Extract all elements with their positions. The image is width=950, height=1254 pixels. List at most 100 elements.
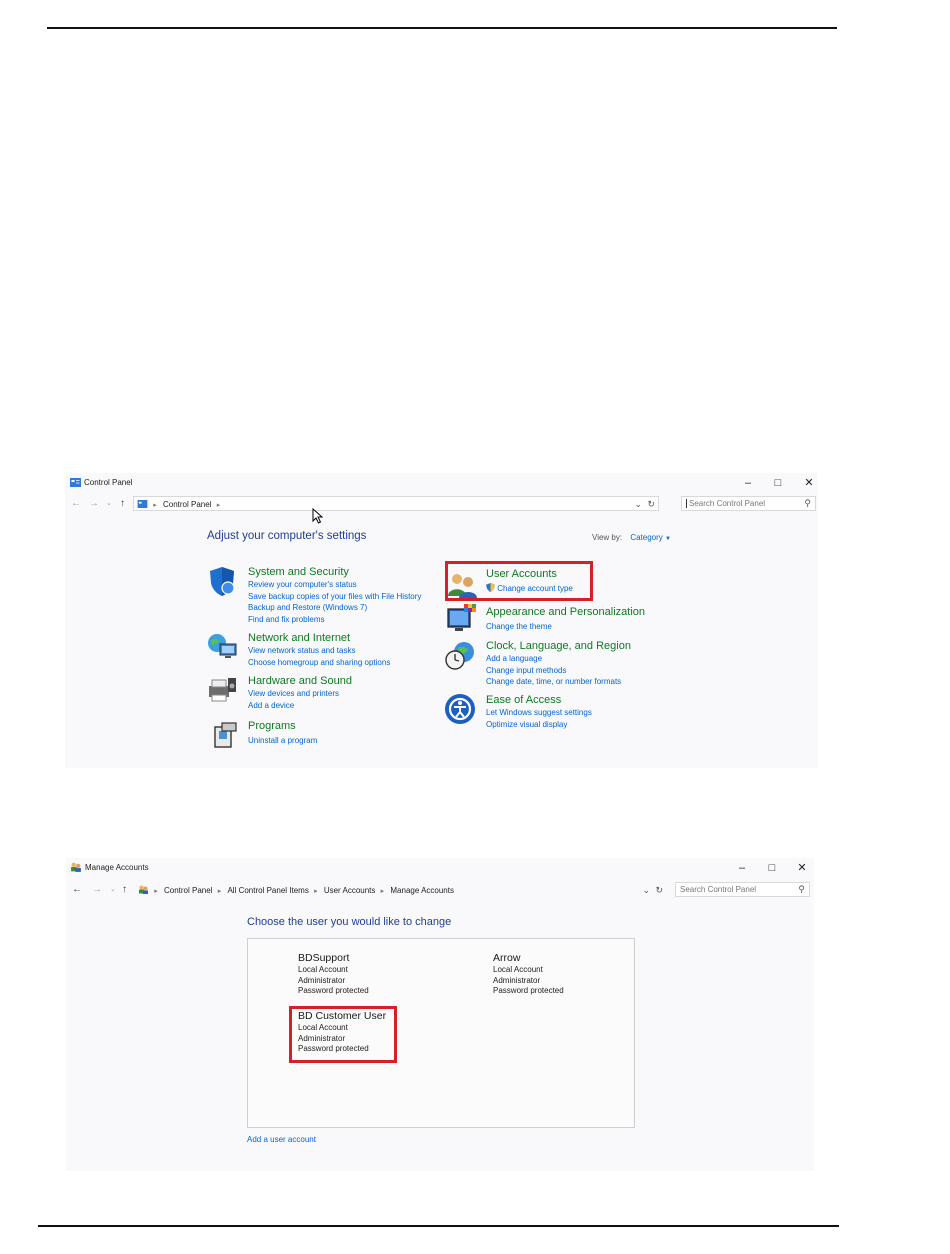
account-type: Local Account	[298, 965, 348, 974]
category-title[interactable]: Programs	[248, 719, 317, 733]
window-title: Manage Accounts	[85, 863, 149, 872]
category-appearance-and-personalization: Appearance and Personalization Change th…	[447, 604, 645, 633]
bottom-rule	[38, 1225, 839, 1227]
back-arrow-icon[interactable]: ←	[71, 497, 81, 511]
search-placeholder: Search Control Panel	[680, 885, 757, 894]
window-title: Control Panel	[84, 478, 133, 487]
ease-of-access-icon	[445, 694, 475, 724]
breadcrumb-manage-accounts[interactable]: Manage Accounts	[390, 883, 454, 898]
search-icon[interactable]: ⚲	[798, 883, 805, 896]
clock-globe-icon	[445, 642, 474, 670]
category-system-and-security: System and Security Review your computer…	[210, 565, 421, 626]
title-bar: Control Panel – □ ✕	[65, 473, 818, 495]
highlight-box	[289, 1006, 397, 1063]
category-ease-of-access: Ease of Access Let Windows suggest setti…	[445, 693, 592, 731]
minimize-button[interactable]: –	[727, 860, 757, 876]
category-title[interactable]: Clock, Language, and Region	[486, 639, 631, 653]
minimize-button[interactable]: –	[733, 475, 763, 491]
category-link[interactable]: Add a device	[248, 700, 352, 712]
recent-dropdown-icon[interactable]: ⌄	[110, 883, 116, 897]
top-rule	[47, 27, 837, 29]
category-link[interactable]: Change date, time, or number formats	[486, 676, 631, 688]
category-title[interactable]: Ease of Access	[486, 693, 592, 707]
category-link[interactable]: Optimize visual display	[486, 719, 592, 731]
account-password-status: Password protected	[493, 986, 564, 995]
category-title[interactable]: Appearance and Personalization	[486, 605, 645, 619]
address-bar[interactable]: ▸ Control Panel ▸ ⌄ ↻	[133, 496, 659, 511]
search-icon[interactable]: ⚲	[804, 497, 811, 510]
breadcrumb-all-control-panel-items[interactable]: All Control Panel Items	[227, 883, 308, 898]
address-dropdown-icon[interactable]: ⌄	[642, 883, 650, 898]
shield-icon	[210, 567, 235, 596]
add-user-account-link[interactable]: Add a user account	[247, 1134, 316, 1146]
breadcrumb-control-panel[interactable]: Control Panel	[163, 497, 211, 512]
refresh-icon[interactable]: ↻	[647, 497, 655, 512]
address-row: ← → ⌄ ↑ ▸ Control Panel ▸ All Control Pa…	[66, 882, 814, 900]
view-by: View by: Category ▼	[592, 533, 671, 542]
control-panel-window: Control Panel – □ ✕ ← → ⌄ ↑ ▸ Control Pa…	[65, 473, 818, 768]
account-tile-bdsupport[interactable]: BDSupport Local Account Administrator Pa…	[298, 952, 369, 997]
category-title[interactable]: Hardware and Sound	[248, 674, 352, 688]
category-link[interactable]: Add a language	[486, 653, 631, 665]
category-link[interactable]: View network status and tasks	[248, 645, 390, 657]
search-placeholder: Search Control Panel	[686, 499, 766, 508]
account-role: Administrator	[493, 975, 541, 985]
search-input[interactable]: Search Control Panel ⚲	[681, 496, 816, 511]
breadcrumb-separator: ▸	[314, 888, 318, 895]
back-arrow-icon[interactable]: ←	[72, 883, 82, 897]
breadcrumb-control-panel[interactable]: Control Panel	[164, 883, 212, 898]
category-link[interactable]: Choose homegroup and sharing options	[248, 657, 390, 669]
monitor-palette-icon	[447, 604, 476, 631]
page-heading: Choose the user you would like to change	[247, 916, 452, 928]
highlight-box	[445, 561, 593, 601]
breadcrumb-separator: ▸	[154, 888, 158, 895]
recent-dropdown-icon[interactable]: ⌄	[106, 497, 112, 511]
category-link[interactable]: Find and fix problems	[248, 614, 421, 626]
maximize-button[interactable]: □	[763, 475, 793, 491]
category-link[interactable]: View devices and printers	[248, 688, 352, 700]
page-heading: Adjust your computer's settings	[207, 530, 367, 542]
category-programs: Programs Uninstall a program	[214, 719, 317, 748]
category-hardware-and-sound: Hardware and Sound View devices and prin…	[209, 674, 352, 712]
up-arrow-icon[interactable]: ↑	[120, 497, 125, 511]
category-link[interactable]: Backup and Restore (Windows 7)	[248, 602, 421, 614]
account-tile-arrow[interactable]: Arrow Local Account Administrator Passwo…	[493, 952, 564, 997]
category-link[interactable]: Let Windows suggest settings	[486, 707, 592, 719]
category-link[interactable]: Review your computer's status	[248, 579, 421, 591]
search-input[interactable]: Search Control Panel ⚲	[675, 882, 810, 897]
users-icon	[71, 862, 81, 872]
category-link[interactable]: Uninstall a program	[248, 735, 317, 747]
mouse-cursor-icon	[312, 508, 323, 524]
up-arrow-icon[interactable]: ↑	[122, 883, 127, 897]
network-globe-icon	[208, 634, 237, 658]
category-title[interactable]: System and Security	[248, 565, 421, 579]
view-by-dropdown[interactable]: Category ▼	[630, 533, 671, 542]
view-by-value: Category	[630, 533, 663, 542]
title-bar: Manage Accounts – □ ✕	[66, 858, 814, 880]
dropdown-arrow-icon: ▼	[665, 536, 671, 542]
view-by-label: View by:	[592, 533, 623, 542]
account-password-status: Password protected	[298, 986, 369, 995]
breadcrumb-separator: ▸	[380, 888, 385, 895]
breadcrumb-separator: ▸	[216, 502, 221, 509]
refresh-icon[interactable]: ↻	[655, 883, 663, 898]
category-link[interactable]: Change input methods	[486, 665, 631, 677]
breadcrumb-separator: ▸	[217, 888, 222, 895]
programs-box-icon	[214, 722, 237, 748]
category-link[interactable]: Save backup copies of your files with Fi…	[248, 591, 421, 603]
forward-arrow-icon[interactable]: →	[92, 883, 102, 897]
category-link[interactable]: Change the theme	[486, 621, 645, 633]
account-name: Arrow	[493, 952, 521, 964]
category-title[interactable]: Network and Internet	[248, 631, 390, 645]
close-button[interactable]: ✕	[794, 475, 824, 491]
forward-arrow-icon[interactable]: →	[89, 497, 99, 511]
control-panel-icon	[70, 478, 81, 487]
address-bar[interactable]: ▸ Control Panel ▸ All Control Panel Item…	[135, 882, 667, 897]
users-icon	[139, 885, 148, 894]
close-button[interactable]: ✕	[787, 860, 817, 876]
breadcrumb-user-accounts[interactable]: User Accounts	[324, 883, 376, 898]
address-row: ← → ⌄ ↑ ▸ Control Panel ▸ ⌄ ↻ Search Con…	[65, 496, 818, 514]
control-panel-icon	[137, 500, 148, 508]
maximize-button[interactable]: □	[757, 860, 787, 876]
address-dropdown-icon[interactable]: ⌄	[634, 497, 642, 512]
